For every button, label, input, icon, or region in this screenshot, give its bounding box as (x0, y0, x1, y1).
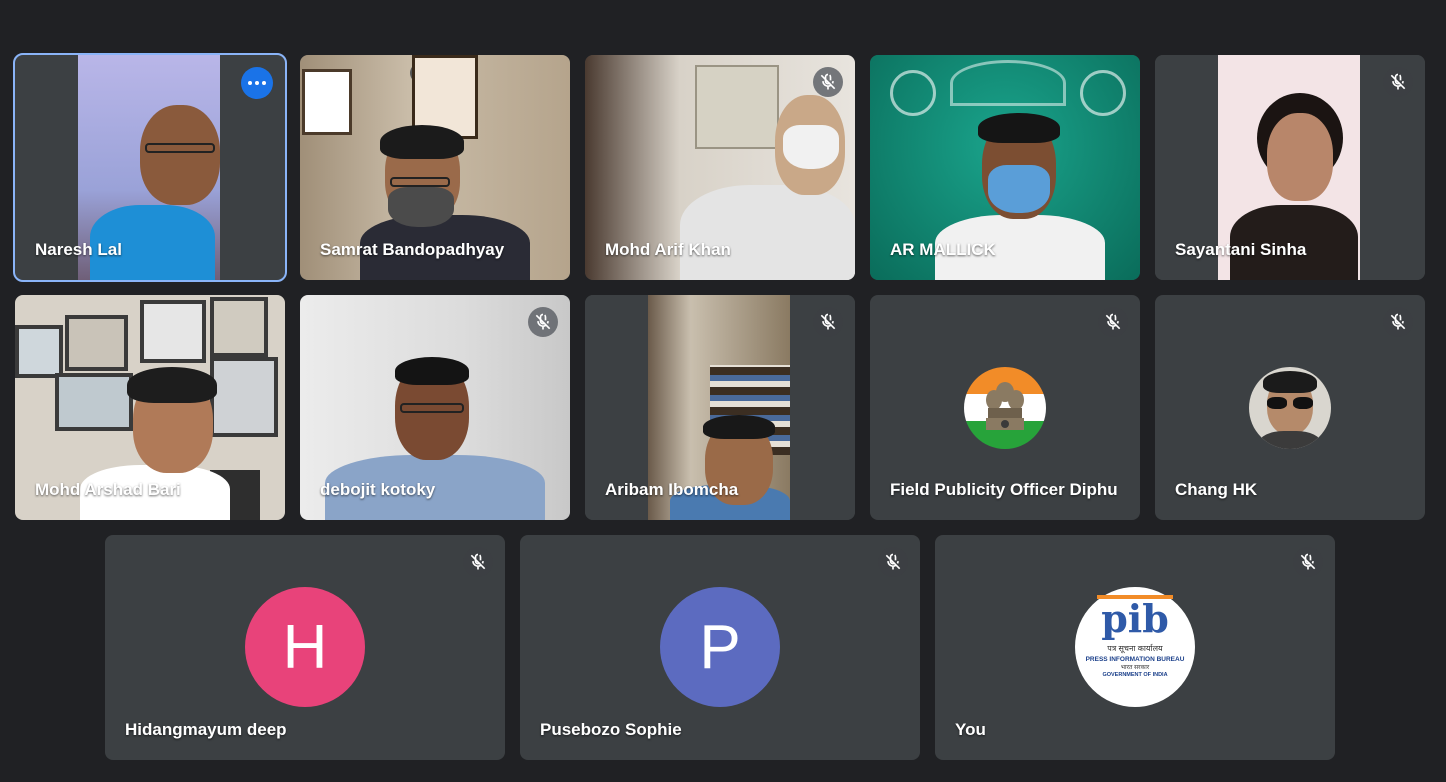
participant-name: Mohd Arshad Bari (35, 480, 181, 499)
participant-tile-you[interactable]: pib पत्र सूचना कार्यालय PRESS INFORMATIO… (935, 535, 1335, 760)
muted-mic-icon (1383, 307, 1413, 337)
participant-name: Mohd Arif Khan (605, 240, 731, 259)
participant-tile-samrat-bandopadhyay[interactable]: Samrat Bandopadhyay (300, 55, 570, 280)
participant-tile-ar-mallick[interactable]: AR MALLICK (870, 55, 1140, 280)
participant-name: Samrat Bandopadhyay (320, 240, 505, 259)
participant-tile-debojit-kotoky[interactable]: debojit kotoky (300, 295, 570, 520)
profile-photo-avatar (1249, 367, 1331, 449)
participant-tile-aribam-ibomcha[interactable]: Aribam Ibomcha (585, 295, 855, 520)
participant-name: AR MALLICK (890, 240, 996, 259)
participant-tile-mohd-arshad-bari[interactable]: Mohd Arshad Bari (15, 295, 285, 520)
pib-logo-mark: pib (1097, 595, 1173, 639)
participant-tile-sayantani-sinha[interactable]: Sayantani Sinha (1155, 55, 1425, 280)
muted-mic-icon (878, 547, 908, 577)
participant-tile-field-publicity-officer-diphu[interactable]: Field Publicity Officer Diphu (870, 295, 1140, 520)
emblem-avatar (964, 367, 1046, 449)
more-options-button[interactable] (241, 67, 273, 99)
pib-logo-avatar: pib पत्र सूचना कार्यालय PRESS INFORMATIO… (1075, 587, 1195, 707)
participant-name: Pusebozo Sophie (540, 720, 682, 739)
participant-tile-chang-hk[interactable]: Chang HK (1155, 295, 1425, 520)
muted-mic-icon (463, 547, 493, 577)
pib-sub-english-text: GOVERNMENT OF INDIA (1102, 672, 1168, 678)
participant-name: Hidangmayum deep (125, 720, 287, 739)
muted-mic-icon (528, 307, 558, 337)
participant-tile-naresh-lal[interactable]: Naresh Lal (13, 53, 287, 282)
participant-name: Chang HK (1175, 480, 1258, 499)
participant-name: debojit kotoky (320, 480, 436, 499)
muted-mic-icon (1098, 307, 1128, 337)
muted-mic-icon (1293, 547, 1323, 577)
participant-tile-pusebozo-sophie[interactable]: P Pusebozo Sophie (520, 535, 920, 760)
pib-english-text: PRESS INFORMATION BUREAU (1085, 656, 1185, 663)
muted-mic-icon (813, 67, 843, 97)
letter-avatar: P (660, 587, 780, 707)
pib-hindi-text: पत्र सूचना कार्यालय (1107, 644, 1163, 653)
participant-name: Aribam Ibomcha (605, 480, 739, 499)
participant-name: You (955, 720, 986, 739)
muted-mic-icon (813, 307, 843, 337)
pib-sub-hindi-text: भारत सरकार (1120, 665, 1150, 671)
emblem-icon (986, 382, 1024, 430)
muted-mic-icon (1383, 67, 1413, 97)
participant-name: Naresh Lal (35, 240, 122, 259)
participant-name: Sayantani Sinha (1175, 240, 1307, 259)
participant-tile-mohd-arif-khan[interactable]: Mohd Arif Khan (585, 55, 855, 280)
letter-avatar: H (245, 587, 365, 707)
participant-tile-hidangmayum-deep[interactable]: H Hidangmayum deep (105, 535, 505, 760)
participant-name: Field Publicity Officer Diphu (890, 480, 1118, 499)
